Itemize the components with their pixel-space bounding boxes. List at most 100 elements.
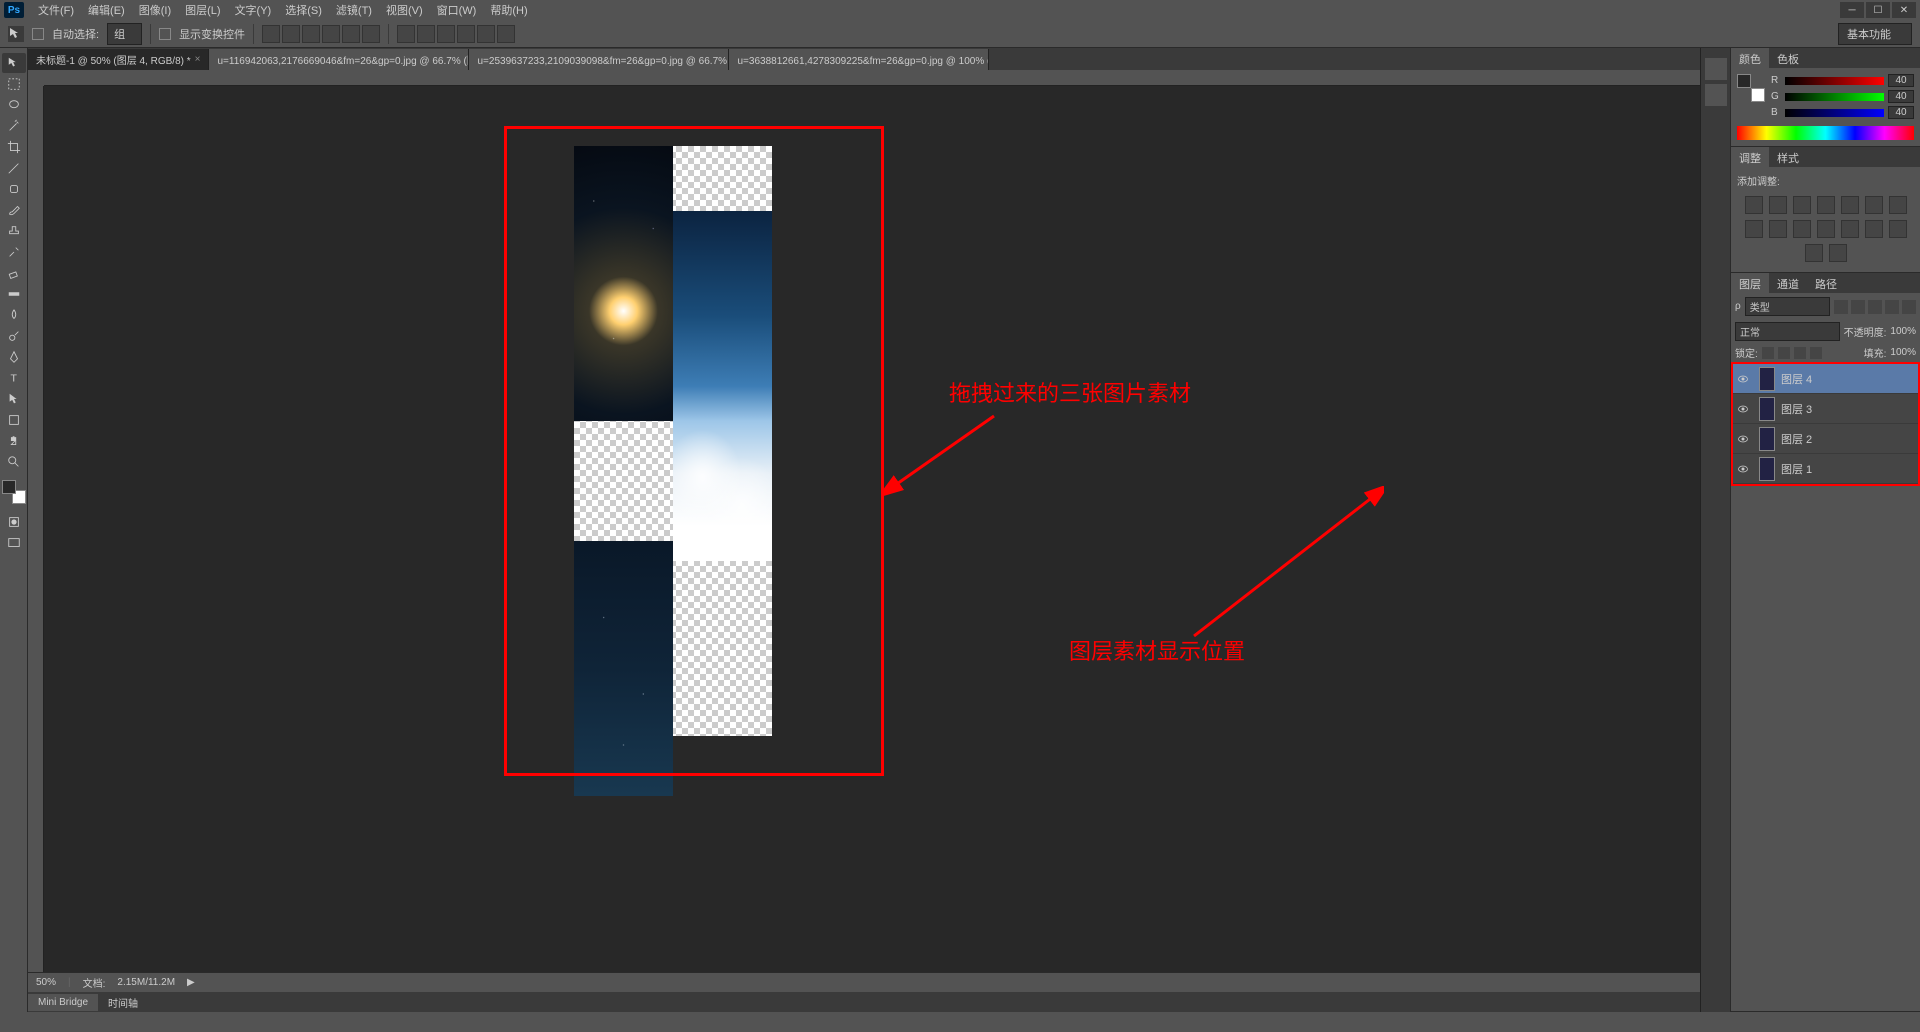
stamp-tool[interactable] [2,221,26,241]
gradient-map-icon[interactable] [1805,244,1823,262]
layer-image-couple[interactable] [574,146,673,421]
filter-shape-icon[interactable] [1885,300,1899,314]
menu-edit[interactable]: 编辑(E) [82,0,131,20]
distribute-top-icon[interactable] [397,25,415,43]
b-slider[interactable] [1785,109,1884,117]
menu-help[interactable]: 帮助(H) [484,0,533,20]
layer-thumbnail[interactable] [1759,427,1775,451]
align-right-icon[interactable] [362,25,380,43]
posterize-icon[interactable] [1865,220,1883,238]
tab-timeline[interactable]: 时间轴 [98,992,148,1013]
tab-channels[interactable]: 通道 [1769,273,1807,293]
distribute-bottom-icon[interactable] [437,25,455,43]
selective-color-icon[interactable] [1829,244,1847,262]
g-value[interactable]: 40 [1888,90,1914,103]
properties-panel-icon[interactable] [1705,84,1727,106]
g-slider[interactable] [1785,93,1884,101]
document-tab[interactable]: 未标题-1 @ 50% (图层 4, RGB/8) *× [28,49,209,70]
menu-filter[interactable]: 滤镜(T) [330,0,378,20]
close-icon[interactable]: × [195,54,201,65]
b-value[interactable]: 40 [1888,106,1914,119]
quickmask-tool[interactable] [2,512,26,532]
exposure-icon[interactable] [1817,196,1835,214]
close-button[interactable]: ✕ [1892,2,1916,18]
minimize-button[interactable]: ─ [1840,2,1864,18]
path-select-tool[interactable] [2,389,26,409]
wand-tool[interactable] [2,116,26,136]
pen-tool[interactable] [2,347,26,367]
layer-kind-select[interactable]: 类型 [1745,297,1830,316]
tab-paths[interactable]: 路径 [1807,273,1845,293]
layer-row[interactable]: 图层 2 [1733,424,1918,454]
invert-icon[interactable] [1841,220,1859,238]
tab-color[interactable]: 颜色 [1731,48,1769,68]
color-spectrum[interactable] [1737,126,1914,140]
opacity-value[interactable]: 100% [1890,326,1916,337]
levels-icon[interactable] [1769,196,1787,214]
layer-row[interactable]: 图层 3 [1733,394,1918,424]
visibility-toggle[interactable] [1733,403,1753,415]
r-slider[interactable] [1785,77,1884,85]
menu-layer[interactable]: 图层(L) [179,0,226,20]
tab-swatches[interactable]: 色板 [1769,48,1807,68]
layer-image-sky-clouds[interactable] [673,211,772,561]
visibility-toggle[interactable] [1733,433,1753,445]
align-hcenter-icon[interactable] [342,25,360,43]
menu-view[interactable]: 视图(V) [380,0,429,20]
marquee-tool[interactable] [2,74,26,94]
lock-pixels-icon[interactable] [1778,347,1790,359]
colorbalance-icon[interactable] [1889,196,1907,214]
hue-icon[interactable] [1865,196,1883,214]
layer-name[interactable]: 图层 1 [1781,461,1812,477]
layer-image-stars[interactable] [574,541,673,796]
align-bottom-icon[interactable] [302,25,320,43]
maximize-button[interactable]: ☐ [1866,2,1890,18]
layer-thumbnail[interactable] [1759,367,1775,391]
distribute-left-icon[interactable] [457,25,475,43]
threshold-icon[interactable] [1889,220,1907,238]
visibility-toggle[interactable] [1733,373,1753,385]
document-tab[interactable]: u=116942063,2176669046&fm=26&gp=0.jpg @ … [209,49,469,70]
move-tool[interactable] [2,53,26,73]
auto-select-checkbox[interactable] [32,28,44,40]
tab-layers[interactable]: 图层 [1731,273,1769,293]
canvas[interactable]: 拖拽过来的三张图片素材 图层素材显示位置 [44,86,1700,972]
brush-tool[interactable] [2,200,26,220]
document-canvas[interactable] [574,146,772,736]
show-transform-checkbox[interactable] [159,28,171,40]
layer-thumbnail[interactable] [1759,397,1775,421]
menu-image[interactable]: 图像(I) [133,0,177,20]
tab-adjustments[interactable]: 调整 [1731,147,1769,167]
zoom-level[interactable]: 50% [36,977,56,988]
layer-row[interactable]: 图层 1 [1733,454,1918,484]
document-tab[interactable]: u=2539637233,2109039098&fm=26&gp=0.jpg @… [469,49,729,70]
zoom-tool[interactable] [2,452,26,472]
filter-pixel-icon[interactable] [1834,300,1848,314]
gradient-tool[interactable] [2,284,26,304]
history-brush-tool[interactable] [2,242,26,262]
visibility-toggle[interactable] [1733,463,1753,475]
auto-select-dropdown[interactable]: 组 [107,23,142,45]
brightness-icon[interactable] [1745,196,1763,214]
vibrance-icon[interactable] [1841,196,1859,214]
channelmixer-icon[interactable] [1793,220,1811,238]
align-top-icon[interactable] [262,25,280,43]
curves-icon[interactable] [1793,196,1811,214]
history-panel-icon[interactable] [1705,58,1727,80]
r-value[interactable]: 40 [1888,74,1914,87]
menu-file[interactable]: 文件(F) [32,0,80,20]
menu-type[interactable]: 文字(Y) [229,0,278,20]
screenmode-tool[interactable] [2,533,26,553]
horizontal-ruler[interactable] [44,70,1700,86]
shape-tool[interactable] [2,410,26,430]
crop-tool[interactable] [2,137,26,157]
hand-tool[interactable] [2,431,26,451]
align-vcenter-icon[interactable] [282,25,300,43]
eraser-tool[interactable] [2,263,26,283]
foreground-color-swatch[interactable] [2,480,16,494]
tab-mini-bridge[interactable]: Mini Bridge [28,994,98,1011]
dodge-tool[interactable] [2,326,26,346]
distribute-hcenter-icon[interactable] [477,25,495,43]
lock-transparency-icon[interactable] [1762,347,1774,359]
vertical-ruler[interactable] [28,86,44,972]
